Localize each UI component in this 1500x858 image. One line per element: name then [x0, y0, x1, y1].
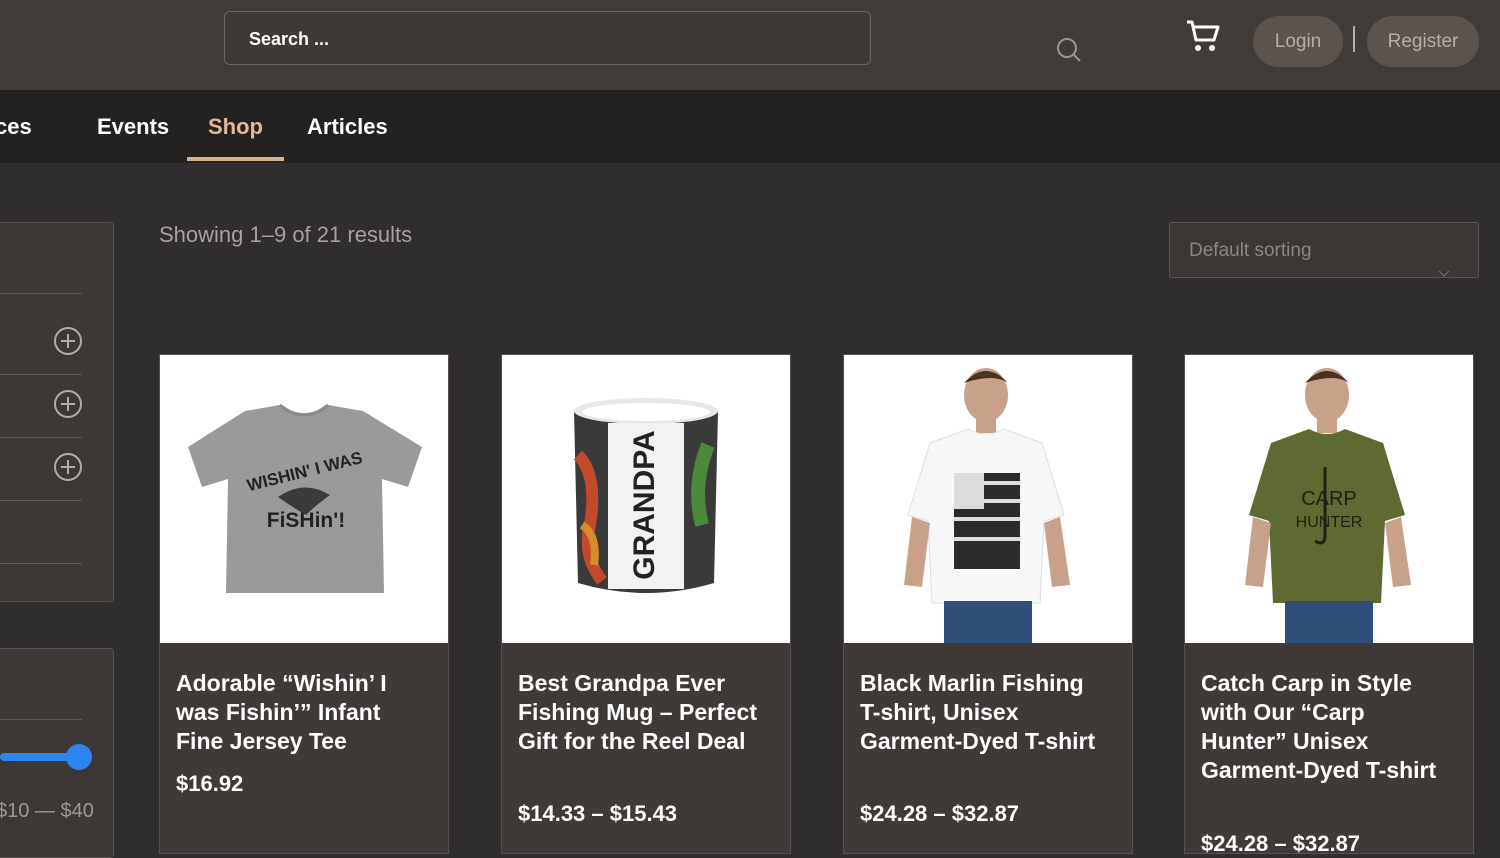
header-separator: [1353, 26, 1355, 52]
product-card[interactable]: GRANDPA Best Grandpa Ever Fishing Mug – …: [501, 354, 791, 854]
product-title[interactable]: Best Grandpa Ever Fishing Mug – Perfect …: [518, 669, 768, 756]
login-button[interactable]: Login: [1253, 16, 1343, 67]
product-price: $16.92: [176, 771, 244, 796]
expand-plus-icon[interactable]: [53, 452, 83, 487]
results-count: Showing 1–9 of 21 results: [159, 222, 413, 247]
price-range-label: $10 — $40: [0, 800, 94, 822]
product-price: $24.28 – $32.87: [860, 801, 1020, 826]
product-image-carp-shirt[interactable]: CARP HUNTER: [1185, 355, 1473, 643]
svg-text:HUNTER: HUNTER: [1296, 514, 1363, 531]
main-nav: Places Events Shop Articles: [0, 90, 1500, 163]
nav-item-places[interactable]: Places: [0, 90, 32, 163]
cart-icon[interactable]: [1184, 18, 1222, 59]
product-image-mug[interactable]: GRANDPA: [502, 355, 790, 643]
product-image-marlin-shirt[interactable]: [844, 355, 1132, 643]
filter-divider: [0, 374, 82, 375]
filter-divider: [0, 293, 82, 294]
chevron-down-icon: [1438, 245, 1450, 301]
product-price: $24.28 – $32.87: [1201, 831, 1361, 856]
product-price: $14.33 – $15.43: [518, 801, 678, 826]
nav-item-events[interactable]: Events: [97, 90, 169, 163]
filter-divider: [0, 563, 82, 564]
expand-plus-icon[interactable]: [53, 326, 83, 361]
product-title[interactable]: Catch Carp in Style with Our “Carp Hunte…: [1201, 669, 1451, 785]
product-card[interactable]: Black Marlin Fishing T-shirt, Unisex Gar…: [843, 354, 1133, 854]
nav-active-underline: [187, 157, 284, 161]
svg-text:FiSHin'!: FiSHin'!: [267, 509, 345, 532]
sorting-value: Default sorting: [1189, 240, 1312, 261]
search-icon[interactable]: [1055, 36, 1083, 69]
filter-divider: [0, 437, 82, 438]
nav-item-shop[interactable]: Shop: [208, 90, 263, 163]
search-input[interactable]: [247, 12, 831, 66]
filter-divider: [0, 500, 82, 501]
product-title[interactable]: Black Marlin Fishing T-shirt, Unisex Gar…: [860, 669, 1110, 756]
sorting-select[interactable]: Default sorting: [1169, 222, 1479, 278]
product-card[interactable]: CARP HUNTER Catch Carp in Style with Our…: [1184, 354, 1474, 856]
expand-plus-icon[interactable]: [53, 389, 83, 424]
product-image-tee[interactable]: WISHIN' I WAS FiSHin'!: [160, 355, 448, 643]
svg-text:CARP: CARP: [1301, 488, 1357, 510]
price-slider-handle[interactable]: [66, 744, 92, 770]
search-box[interactable]: [224, 11, 1081, 66]
category-filter-panel: [0, 222, 114, 602]
svg-text:GRANDPA: GRANDPA: [628, 430, 661, 579]
register-button[interactable]: Register: [1367, 16, 1479, 67]
top-header: Login Register: [0, 0, 1500, 90]
nav-item-articles[interactable]: Articles: [307, 90, 388, 163]
filter-divider: [0, 719, 82, 720]
product-card[interactable]: WISHIN' I WAS FiSHin'! Adorable “Wishin’…: [159, 354, 449, 854]
product-title[interactable]: Adorable “Wishin’ I was Fishin’” Infant …: [176, 669, 426, 756]
